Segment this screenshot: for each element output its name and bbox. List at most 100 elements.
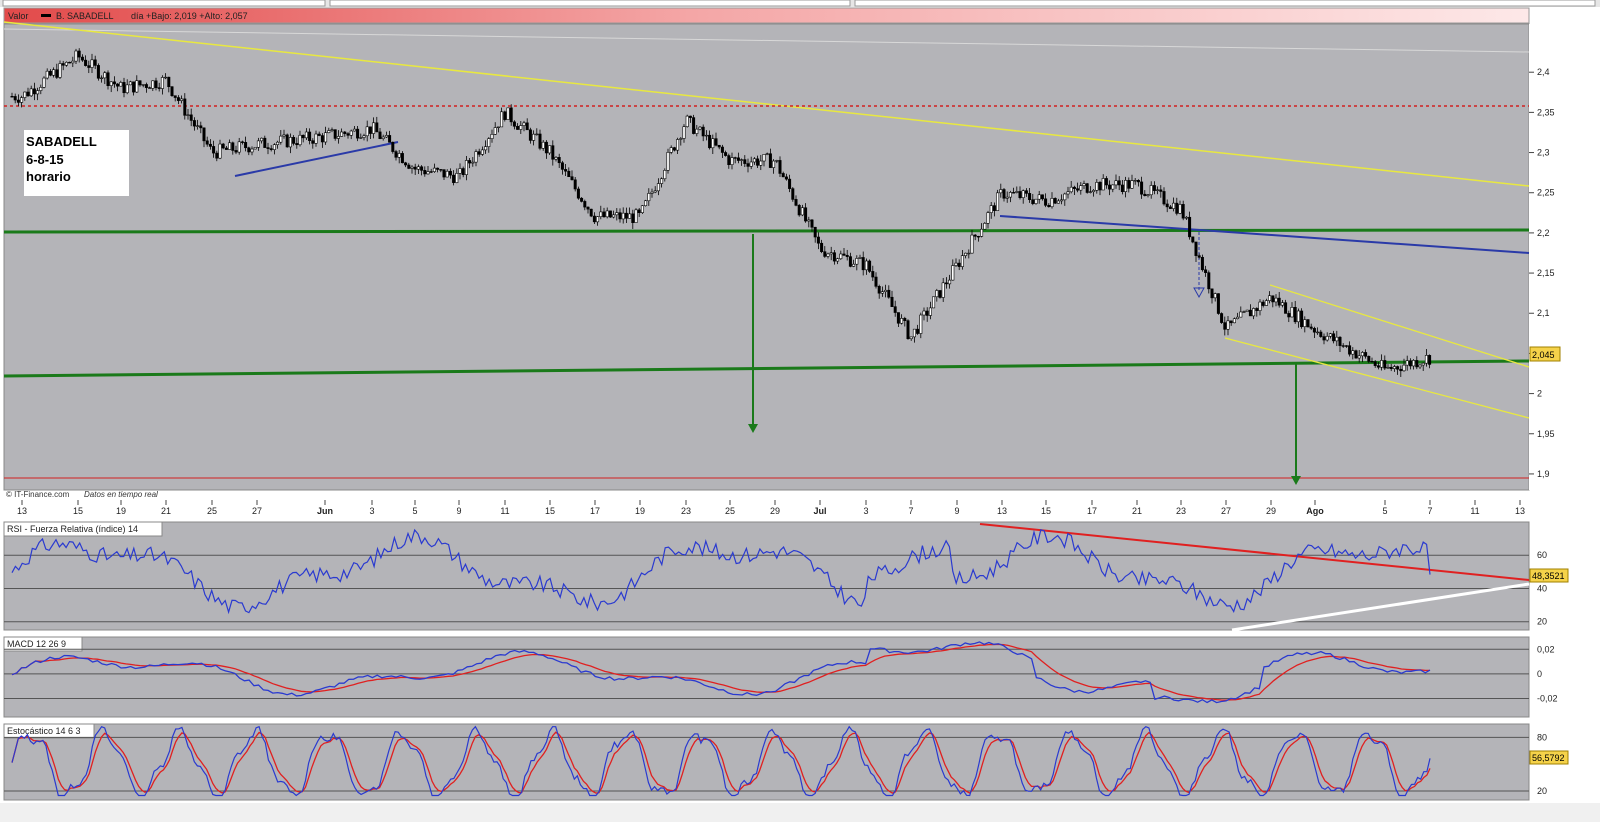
candle xyxy=(685,114,689,128)
candle-body xyxy=(183,98,187,116)
candle-body xyxy=(1002,189,1006,199)
candle-body xyxy=(1364,352,1368,357)
candle-body xyxy=(941,282,945,298)
stoch-last-value: 56,5792 xyxy=(1532,753,1565,763)
candle xyxy=(58,60,62,79)
candle-body xyxy=(48,70,52,76)
candle-body xyxy=(765,153,769,155)
candle-body xyxy=(1024,190,1028,194)
candle-body xyxy=(506,107,510,120)
candle-body xyxy=(74,50,78,62)
candle xyxy=(608,210,612,218)
candle-body xyxy=(1344,345,1348,347)
x-tick-label: 7 xyxy=(908,506,913,516)
candle xyxy=(503,110,507,122)
candle-body xyxy=(1085,183,1089,193)
candle-body xyxy=(1120,184,1124,192)
candle-body xyxy=(1402,364,1406,372)
candle xyxy=(1220,312,1224,324)
panel-y-tick-label: 60 xyxy=(1537,550,1547,560)
candle-body xyxy=(320,135,324,143)
candle-body xyxy=(1082,183,1086,186)
panel-y-tick-label: -0,02 xyxy=(1537,694,1558,704)
price-y-tick-label: 2,1 xyxy=(1537,308,1550,318)
candle-body xyxy=(768,153,772,168)
candle-body xyxy=(762,154,766,162)
candle-body xyxy=(13,96,17,101)
candle-body xyxy=(221,143,225,149)
candle-body xyxy=(61,63,65,66)
rsi-plot-area xyxy=(3,521,1530,631)
candle-body xyxy=(400,153,404,164)
candle-body xyxy=(1028,193,1032,200)
candle-body xyxy=(452,174,456,183)
chart-stage: Valor B. SABADELL día +Bajo: 2,019 +Alto… xyxy=(0,0,1600,822)
top-tab-1[interactable] xyxy=(2,0,326,7)
x-tick-label: 13 xyxy=(1515,506,1525,516)
candle-body xyxy=(455,173,459,183)
candle-body xyxy=(983,223,987,230)
candle-body xyxy=(794,199,798,206)
candle-body xyxy=(1152,185,1156,191)
candle-body xyxy=(503,111,507,120)
macd-title: MACD 12 26 9 xyxy=(7,639,66,649)
candle-body xyxy=(138,80,142,86)
x-axis: 13 15 19 21 25 27 Jun 3 5 9 11 15 17 19 23 25 29 Jul 3 7 9 13… xyxy=(4,500,1529,519)
candle-body xyxy=(1181,204,1185,219)
top-tab-3[interactable] xyxy=(854,0,1596,7)
candle-body xyxy=(676,139,680,151)
candle-body xyxy=(1380,360,1384,368)
candle-body xyxy=(829,252,833,255)
candle-body xyxy=(1178,204,1182,214)
candle-body xyxy=(151,80,155,89)
candle xyxy=(506,107,510,120)
candle-body xyxy=(20,97,24,103)
price-y-tick-label: 2,2 xyxy=(1537,228,1550,238)
candle xyxy=(589,208,593,218)
candle xyxy=(253,146,257,150)
top-tab-2[interactable] xyxy=(329,0,851,7)
candle-body xyxy=(538,133,542,149)
candle-body xyxy=(564,169,568,172)
candle-body xyxy=(1104,178,1108,186)
candle-body xyxy=(144,84,148,88)
candle-body xyxy=(1008,192,1012,198)
candle-body xyxy=(196,125,200,127)
candle-body xyxy=(551,145,555,160)
candle xyxy=(868,259,872,273)
candle-body xyxy=(951,265,955,281)
candle-body xyxy=(628,213,632,219)
candle-body xyxy=(986,212,990,224)
candle-body xyxy=(832,252,836,262)
panel-y-tick-label: 40 xyxy=(1537,583,1547,593)
candle-body xyxy=(1373,361,1377,366)
candle-body xyxy=(989,205,993,213)
candle xyxy=(1200,254,1204,272)
annotation-line-3: horario xyxy=(26,169,71,184)
candle-body xyxy=(640,205,644,213)
candle-body xyxy=(160,77,164,89)
candle-body xyxy=(109,81,113,86)
candle-body xyxy=(704,134,708,137)
candle-body xyxy=(324,132,328,143)
price-y-axis-area xyxy=(1529,24,1600,490)
candle-body xyxy=(1216,293,1220,314)
candle-body xyxy=(336,136,340,139)
candle-body xyxy=(1309,326,1313,329)
candle-body xyxy=(1047,205,1051,208)
candle-body xyxy=(708,134,712,149)
candle-body xyxy=(516,125,520,130)
candle-body xyxy=(1040,194,1044,200)
candle-body xyxy=(749,161,753,167)
candle-body xyxy=(407,164,411,169)
candle-body xyxy=(532,133,536,141)
candle-body xyxy=(423,170,427,175)
candle-body xyxy=(736,157,740,161)
candle-body xyxy=(1415,360,1419,368)
candle-body xyxy=(778,160,782,174)
candle-body xyxy=(1239,311,1243,318)
candle-body xyxy=(256,140,260,148)
candle-body xyxy=(1191,236,1195,243)
candle-body xyxy=(1069,186,1073,193)
candle-body xyxy=(759,160,763,166)
